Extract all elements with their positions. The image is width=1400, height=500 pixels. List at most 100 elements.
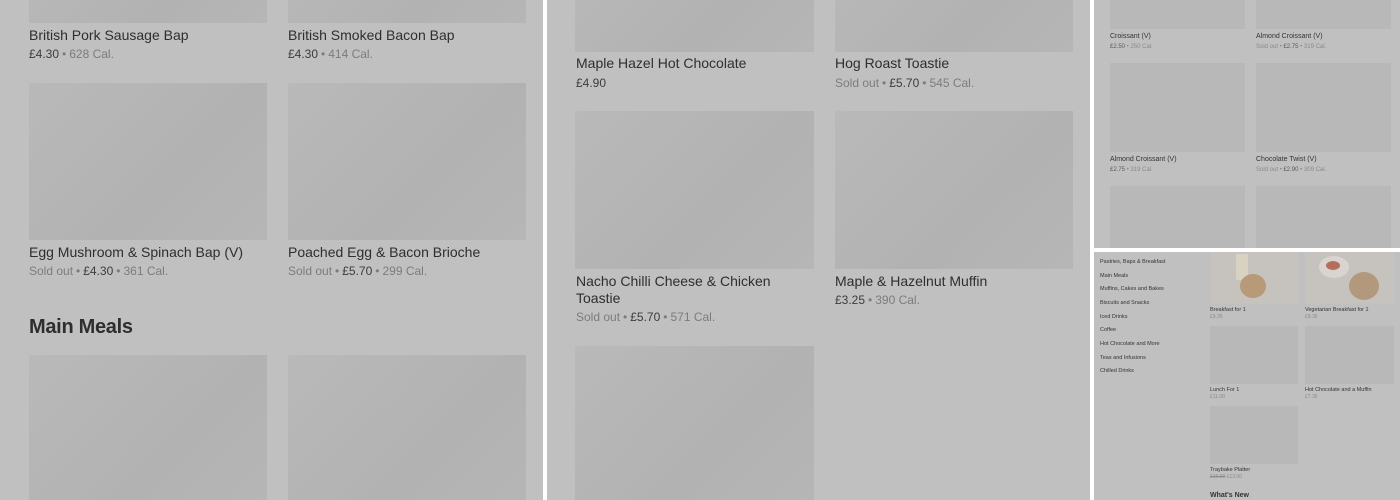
item-image[interactable] [29, 83, 267, 240]
item-meta: Sold out • £5.70 • 545 Cal. [835, 76, 975, 90]
item-name[interactable]: Chocolate Twist (V) [1256, 155, 1317, 164]
item-meta: Sold out • £5.70 • 571 Cal. [576, 310, 716, 324]
item-image[interactable] [1110, 63, 1245, 152]
category-link[interactable]: Biscuits and Snacks [1100, 300, 1149, 307]
bun-icon [1349, 272, 1379, 300]
item-calories: 250 Cal. [1130, 44, 1153, 50]
section-title: Main Meals [29, 316, 133, 338]
category-link[interactable]: Iced Drinks [1100, 314, 1128, 321]
sold-out-label: Sold out [835, 76, 880, 90]
item-price: £3.25 [835, 293, 866, 307]
item-price: £5.70 [342, 264, 373, 278]
item-name[interactable]: Maple Hazel Hot Chocolate [576, 55, 746, 72]
item-image[interactable] [835, 111, 1073, 269]
item-price: £2.90 [1283, 167, 1299, 173]
item-image[interactable] [575, 111, 814, 269]
item-name[interactable]: Almond Croissant (V) [1110, 155, 1177, 164]
item-calories: 319 Cal. [1130, 167, 1153, 173]
item-meta: £3.25 • 390 Cal. [835, 293, 920, 307]
item-name[interactable]: Maple & Hazelnut Muffin [835, 273, 987, 290]
item-calories: 299 Cal. [382, 264, 428, 278]
item-calories: 414 Cal. [328, 47, 373, 61]
item-calories: 319 Cal. [1303, 44, 1327, 50]
category-link[interactable]: Muffins, Cakes and Bakes [1100, 286, 1164, 293]
category-link[interactable]: Chilled Drinks [1100, 368, 1134, 375]
category-link[interactable]: Hot Chocolate and More [1100, 341, 1160, 348]
item-name[interactable]: Croissant (V) [1110, 32, 1151, 41]
item-name[interactable]: British Smoked Bacon Bap [288, 27, 455, 44]
item-image[interactable] [1210, 406, 1298, 464]
item-image[interactable] [29, 0, 267, 23]
item-image[interactable] [1305, 326, 1394, 384]
category-link[interactable]: Main Meals [1100, 273, 1128, 280]
item-meta: Sold out • £5.70 • 299 Cal. [288, 264, 428, 278]
item-name[interactable]: British Pork Sausage Bap [29, 27, 189, 44]
item-image[interactable] [1305, 252, 1394, 304]
item-meta: Sold out • £2.90 • 309 Cal. [1256, 167, 1327, 173]
item-price: £2.50 [1110, 44, 1126, 50]
item-image[interactable] [288, 83, 526, 240]
item-image[interactable] [1210, 252, 1298, 304]
sold-out-label: Sold out [576, 310, 621, 324]
item-calories: 309 Cal. [1303, 167, 1327, 173]
bun-icon [1240, 274, 1266, 298]
item-price: £11.00 [1210, 394, 1225, 400]
item-meta: Sold out • £4.30 • 361 Cal. [29, 264, 169, 278]
item-image[interactable] [288, 0, 526, 23]
item-image[interactable] [1110, 0, 1245, 29]
item-image[interactable] [1110, 186, 1245, 248]
item-name[interactable]: Poached Egg & Bacon Brioche [288, 244, 480, 261]
sold-out-label: Sold out [288, 264, 333, 278]
menu-panel-bakery: British Pork Sausage Bap £4.30 • 628 Cal. … [0, 0, 543, 500]
item-name[interactable]: Hog Roast Toastie [835, 55, 949, 72]
item-price: £9.35 [1210, 314, 1223, 320]
item-price: £4.30 [83, 264, 114, 278]
item-name[interactable]: Almond Croissant (V) [1256, 32, 1323, 41]
item-meta: Sold out • £2.75 • 319 Cal. [1256, 44, 1327, 50]
item-price: £4.90 [576, 76, 607, 90]
menu-panel-overview: Pastries, Baps & Breakfast Main Meals Mu… [1094, 252, 1400, 500]
item-image[interactable] [29, 355, 267, 500]
item-image[interactable] [288, 355, 526, 500]
item-price: £4.30 [29, 47, 60, 61]
item-image[interactable] [1256, 0, 1391, 29]
item-meta: £4.30 • 628 Cal. [29, 47, 114, 61]
item-price: £2.75 [1110, 167, 1126, 173]
item-price: £5.70 [889, 76, 920, 90]
item-meta: £2.75 • 319 Cal. [1110, 167, 1153, 173]
menu-panel-pastries: Croissant (V) £2.50 • 250 Cal. Almond Cr… [1094, 0, 1400, 248]
item-calories: 390 Cal. [875, 293, 920, 307]
item-image[interactable] [835, 0, 1073, 52]
sold-out-label: Sold out [29, 264, 74, 278]
menu-panel-specials: Maple Hazel Hot Chocolate £4.90 Hog Roas… [547, 0, 1090, 500]
item-calories: 571 Cal. [670, 310, 716, 324]
item-name[interactable]: Egg Mushroom & Spinach Bap (V) [29, 244, 243, 261]
item-image[interactable] [1210, 326, 1298, 384]
item-meta: £2.50 • 250 Cal. [1110, 44, 1153, 50]
item-price: £7.35 [1305, 394, 1318, 400]
sold-out-label: Sold out [1256, 167, 1279, 173]
item-calories: 545 Cal. [929, 76, 975, 90]
item-price: £13.00 [1226, 474, 1242, 480]
item-old-price: £16.00 [1210, 474, 1226, 480]
item-meta: £16.00 £13.00 [1210, 473, 1242, 481]
item-price: £4.30 [288, 47, 319, 61]
item-calories: 628 Cal. [69, 47, 114, 61]
sold-out-label: Sold out [1256, 44, 1279, 50]
food-icon [1326, 261, 1340, 270]
category-link[interactable]: Coffee [1100, 327, 1116, 334]
item-meta: £4.30 • 414 Cal. [288, 47, 373, 61]
item-image[interactable] [1256, 63, 1391, 152]
item-price: £9.35 [1305, 314, 1318, 320]
item-price: £5.70 [630, 310, 661, 324]
section-title: What's New [1210, 492, 1250, 499]
item-image[interactable] [575, 346, 814, 500]
item-price: £2.75 [1283, 44, 1299, 50]
item-name[interactable]: Nacho Chilli Cheese & Chicken Toastie [576, 273, 806, 307]
item-calories: 361 Cal. [123, 264, 169, 278]
item-image[interactable] [575, 0, 814, 52]
item-image[interactable] [1256, 186, 1391, 248]
category-link[interactable]: Pastries, Baps & Breakfast [1100, 259, 1165, 266]
item-meta: £4.90 [576, 76, 606, 91]
category-link[interactable]: Teas and Infusions [1100, 355, 1146, 362]
